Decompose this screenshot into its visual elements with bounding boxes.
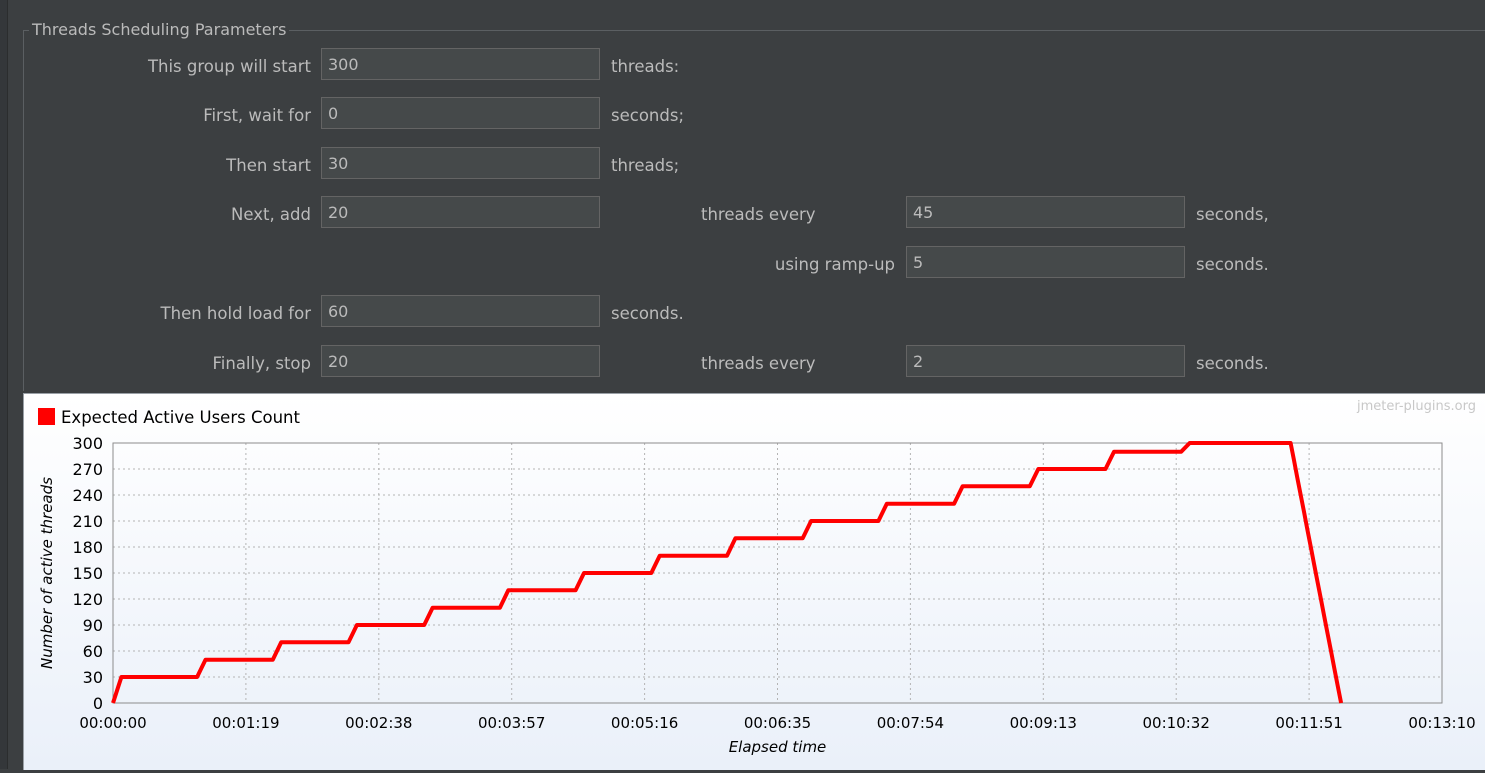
x-tick-label: 00:06:35	[744, 714, 811, 732]
y-tick-label: 210	[72, 512, 103, 531]
window-left-edge	[0, 0, 8, 769]
x-axis-ticks: 00:00:00 00:01:19 00:02:38 00:03:57 00:05:16…	[79, 714, 1475, 732]
x-tick-label: 00:10:32	[1143, 714, 1210, 732]
add-interval-input[interactable]	[906, 196, 1185, 228]
y-tick-label: 0	[93, 694, 103, 713]
chart-grid	[112, 442, 1443, 704]
then-start-input[interactable]	[321, 147, 600, 179]
y-axis-ticks: 0 30 60 90 120 150 180 210 240 270 300	[72, 434, 103, 713]
y-tick-label: 120	[72, 590, 103, 609]
chart-legend: Expected Active Users Count	[38, 408, 300, 427]
x-tick-label: 00:01:19	[212, 714, 279, 732]
x-tick-label: 00:13:10	[1408, 714, 1475, 732]
y-tick-label: 90	[83, 616, 103, 635]
hold-load-input[interactable]	[321, 295, 600, 327]
expected-users-chart: 0 30 60 90 120 150 180 210 240 270 300 00:00:00 00:…	[23, 393, 1485, 770]
ramp-up-label: using ramp-up	[774, 255, 895, 274]
group-title: Threads Scheduling Parameters	[29, 19, 290, 41]
x-tick-label: 00:07:54	[877, 714, 944, 732]
start-threads-label: This group will start	[147, 57, 311, 76]
add-threads-every-label: threads every	[701, 205, 816, 224]
y-tick-label: 300	[72, 434, 103, 453]
x-tick-label: 00:02:38	[345, 714, 412, 732]
x-tick-label: 00:09:13	[1010, 714, 1077, 732]
y-tick-label: 60	[83, 642, 103, 661]
legend-swatch	[38, 408, 55, 425]
stop-threads-every-label: threads every	[701, 354, 816, 373]
legend-label: Expected Active Users Count	[61, 408, 300, 427]
add-interval-unit: seconds,	[1196, 205, 1269, 224]
y-tick-label: 180	[72, 538, 103, 557]
series-line-expected-active-users	[111, 441, 1344, 704]
stop-interval-input[interactable]	[906, 345, 1185, 377]
initial-delay-input[interactable]	[321, 97, 600, 129]
next-add-input[interactable]	[321, 196, 600, 228]
x-axis-label: Elapsed time	[729, 738, 827, 756]
x-tick-label: 00:00:00	[79, 714, 146, 732]
x-tick-label: 00:03:57	[478, 714, 545, 732]
watermark: jmeter-plugins.org	[1356, 399, 1476, 414]
then-start-label: Then start	[226, 156, 311, 175]
start-threads-input[interactable]	[321, 48, 600, 80]
stop-interval-unit: seconds.	[1196, 354, 1269, 373]
hold-load-unit: seconds.	[611, 304, 684, 323]
initial-delay-label: First, wait for	[203, 106, 311, 125]
finally-stop-label: Finally, stop	[212, 354, 311, 373]
start-threads-unit: threads:	[611, 57, 680, 76]
ramp-up-input[interactable]	[906, 246, 1185, 278]
y-tick-label: 240	[72, 486, 103, 505]
y-axis-label: Number of active threads	[38, 477, 56, 669]
hold-load-label: Then hold load for	[160, 304, 311, 323]
x-tick-label: 00:05:16	[611, 714, 678, 732]
next-add-label: Next, add	[231, 205, 311, 224]
x-tick-label: 00:11:51	[1275, 714, 1342, 732]
finally-stop-input[interactable]	[321, 345, 600, 377]
ramp-up-unit: seconds.	[1196, 255, 1269, 274]
y-tick-label: 30	[83, 668, 103, 687]
initial-delay-unit: seconds;	[611, 106, 685, 125]
chart-canvas: 0306090120150180210240270300 00:00:00 00:…	[38, 399, 1476, 756]
y-tick-label: 150	[72, 564, 103, 583]
y-tick-label: 270	[72, 460, 103, 479]
then-start-unit: threads;	[611, 156, 680, 175]
